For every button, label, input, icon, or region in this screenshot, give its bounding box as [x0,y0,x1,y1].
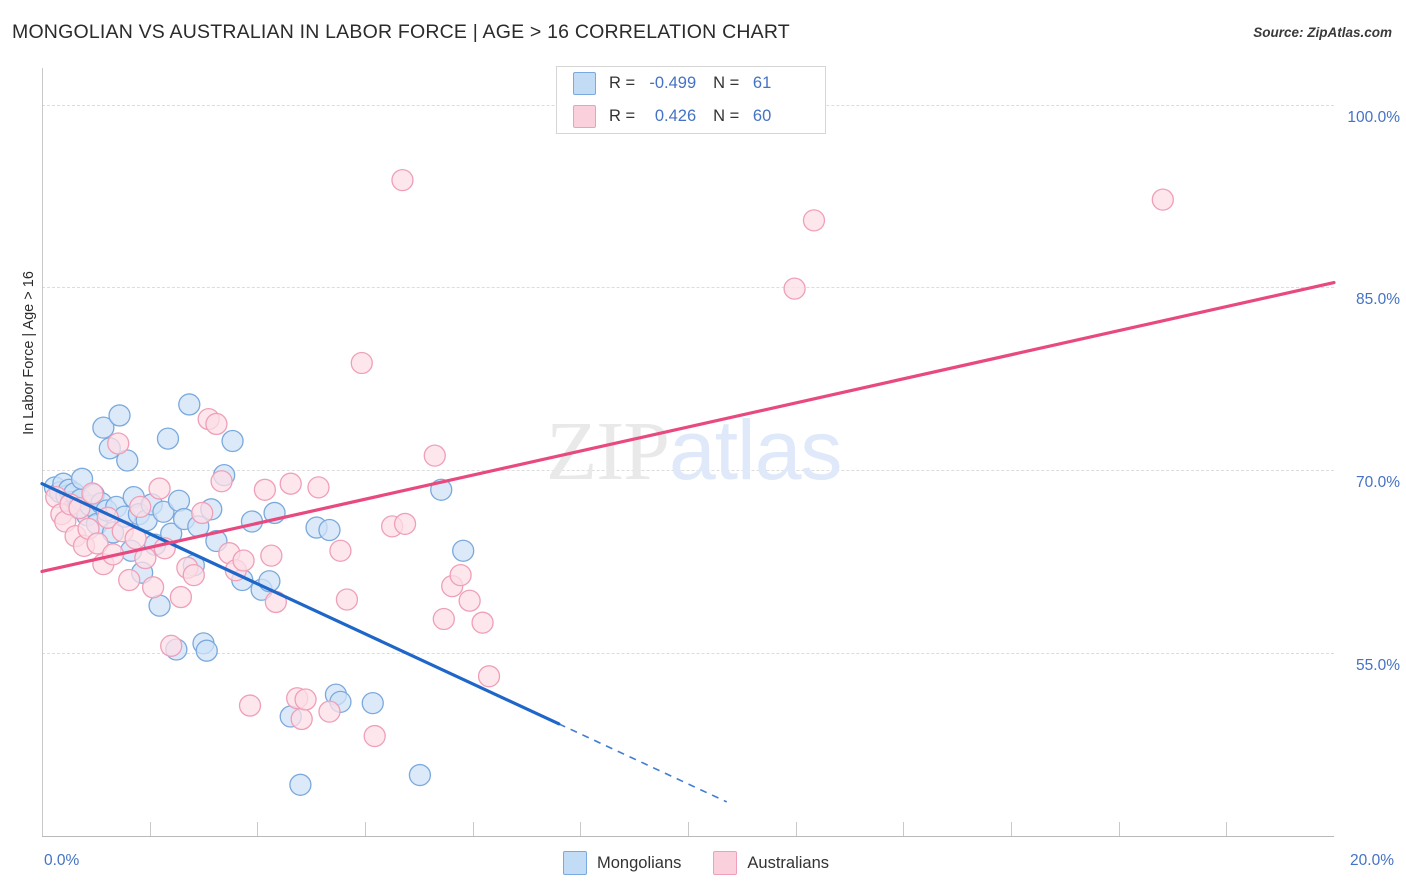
legend-item-mongolians[interactable]: Mongolians [563,851,681,875]
stats-swatch-mongolians [573,72,596,95]
data-point [350,351,373,375]
data-point [195,639,218,662]
legend-label-australians: Australians [747,853,830,872]
data-point [783,277,806,300]
stats-r-label-mongolians: R = [609,74,636,92]
data-point [329,539,352,562]
data-point [449,563,472,587]
stats-swatch-australians [573,105,596,128]
x-axis-tick-min: 0.0% [44,852,80,869]
data-point [290,707,313,731]
data-point [289,773,312,796]
data-point [129,495,152,519]
data-point [108,404,131,427]
series-mongolians [43,393,475,796]
data-point [1151,188,1174,211]
stats-r-value-australians: 0.426 [654,107,697,125]
trendline-extension-mongolians [558,723,728,803]
data-point [253,478,277,501]
data-point [182,563,205,587]
legend-swatch-mongolians [563,851,587,875]
data-point [294,688,317,711]
data-point [335,588,359,611]
data-point [141,576,165,599]
data-point [238,694,262,717]
data-point [210,470,233,493]
data-point [307,476,330,499]
data-point [148,477,171,500]
y-axis-tick-label: 100.0% [1347,108,1400,126]
legend-label-mongolians: Mongolians [597,853,682,872]
data-point [363,724,386,748]
stats-n-label-mongolians: N = [713,74,740,92]
data-point [361,691,384,715]
data-point [452,539,475,562]
data-point [260,544,283,567]
stats-r-value-mongolians: -0.499 [649,74,697,92]
data-point [205,412,228,436]
stats-row-australians: R = 0.426 N = 60 [557,100,825,133]
trendline-australians [40,280,1336,574]
y-axis-tick-label: 55.0% [1356,657,1400,675]
y-axis-tick-label: 70.0% [1356,474,1400,492]
data-point [232,549,255,572]
data-point [423,444,446,467]
data-point [458,589,481,612]
data-point [167,489,191,512]
data-point [178,393,201,416]
stats-n-value-mongolians: 61 [752,74,772,92]
data-point [318,518,341,542]
x-axis-tick-max: 20.0% [1350,852,1394,869]
stats-r-label-australians: R = [609,107,636,125]
legend-item-australians[interactable]: Australians [713,851,829,875]
stats-row-mongolians: R = -0.499 N = 61 [557,67,825,100]
data-point [279,472,302,495]
data-point [221,429,244,453]
data-point [471,611,494,634]
data-point [432,607,455,631]
series-legend: Mongolians Australians [563,851,861,875]
data-point [118,568,141,592]
data-point [160,634,183,657]
data-point [318,700,341,723]
stats-n-label-australians: N = [713,107,740,125]
stats-n-value-australians: 60 [752,107,772,125]
data-point [169,585,193,609]
data-point [802,209,826,232]
data-point [393,512,417,536]
data-point [391,168,414,192]
data-point [81,482,104,505]
data-point [477,665,501,688]
series-australians [45,168,1174,748]
data-point [191,501,214,525]
correlation-stats-box: R = -0.499 N = 61 R = 0.426 N = 60 [556,66,826,134]
data-point [156,427,180,450]
data-point [107,432,130,455]
y-axis-tick-label: 85.0% [1356,291,1400,309]
legend-swatch-australians [713,851,738,875]
data-point [408,763,432,787]
